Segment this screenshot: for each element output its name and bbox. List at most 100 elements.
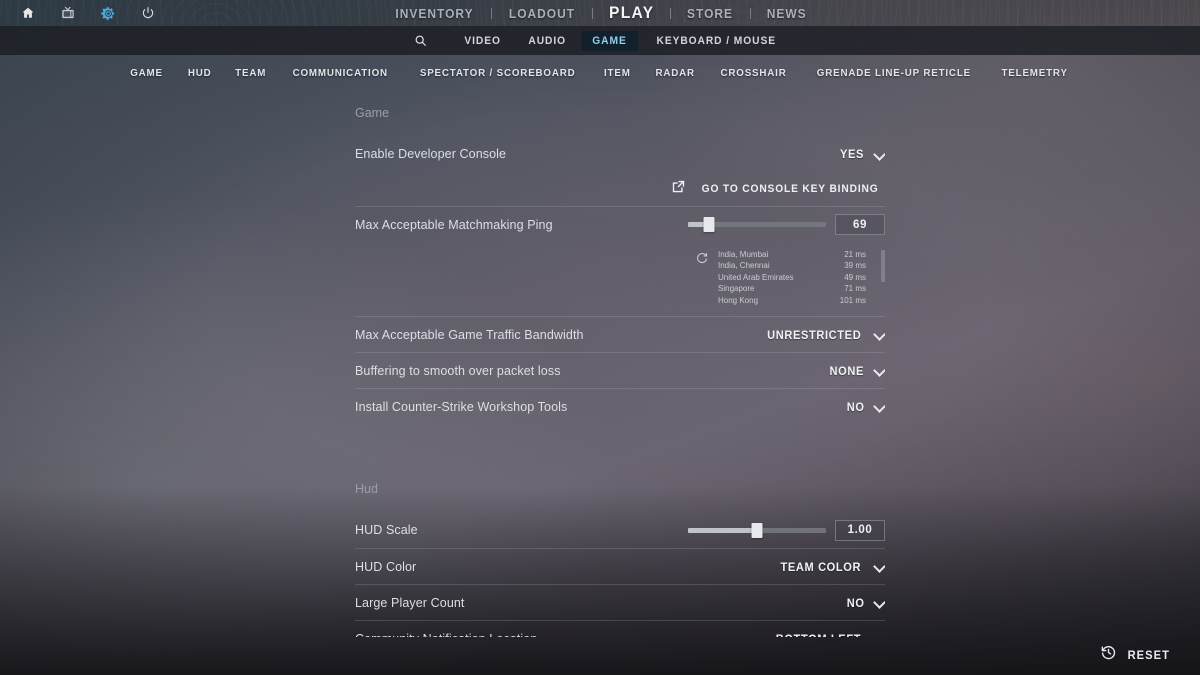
settings-subcategory-nav: GAME HUD TEAM COMMUNICATION SPECTATOR / … [0,55,1200,91]
external-link-icon [671,179,686,199]
setting-control[interactable]: YES [839,147,885,161]
chevron-down-icon[interactable] [874,149,885,160]
setting-control[interactable]: 69 [688,214,885,235]
nav-separator [592,7,594,19]
chevron-down-icon[interactable] [874,597,885,608]
nav-item-play[interactable]: PLAY [596,3,667,23]
list-item: India, Mumbai 21 ms [718,249,866,260]
chevron-down-icon[interactable] [874,365,885,376]
server-region: United Arab Emirates [718,272,794,282]
setting-label: Enable Developer Console [355,147,507,161]
list-item: India, Chennai 39 ms [718,260,866,271]
server-ping-value: 21 ms [844,250,866,259]
go-to-console-key-binding-label[interactable]: GO TO CONSOLE KEY BINDING [701,183,878,195]
top-bar: INVENTORY LOADOUT PLAY STORE NEWS [0,0,1200,26]
tab-audio[interactable]: AUDIO [517,31,577,51]
server-region: Hong Kong [718,295,759,305]
search-icon[interactable] [407,30,433,52]
setting-row-traffic-bandwidth[interactable]: Max Acceptable Game Traffic Bandwidth UN… [355,316,885,352]
setting-control[interactable]: 1.00 [688,519,885,541]
setting-value: UNRESTRICTED [766,327,861,342]
setting-row-hud-scale[interactable]: HUD Scale 1.00 [355,512,885,548]
setting-label: Max Acceptable Matchmaking Ping [355,217,553,232]
hud-scale-value-input[interactable]: 1.00 [835,519,885,541]
server-region: India, Mumbai [718,250,769,259]
server-ping-value: 49 ms [844,272,866,282]
tab-game[interactable]: GAME [581,30,638,51]
setting-row-large-player-count[interactable]: Large Player Count NO [355,584,885,620]
bottom-bar: RESET [0,635,1200,675]
setting-control[interactable]: NONE [828,364,885,378]
subnav-item-team[interactable]: TEAM [225,63,276,83]
server-ping-value: 39 ms [844,261,866,271]
setting-value: NONE [829,363,864,378]
server-ping-value: 71 ms [844,284,866,294]
subnav-item-crosshair[interactable]: CROSSHAIR [711,63,798,83]
matchmaking-ping-value-input[interactable]: 69 [835,214,885,235]
setting-row-enable-developer-console[interactable]: Enable Developer Console YES [355,136,885,172]
list-item: Singapore 71 ms [718,283,866,294]
refresh-icon[interactable] [696,251,708,264]
chevron-down-icon[interactable] [874,561,885,572]
setting-row-buffering-packet-loss[interactable]: Buffering to smooth over packet loss NON… [355,352,885,388]
setting-label: Buffering to smooth over packet loss [355,363,561,378]
setting-value: NO [846,595,865,610]
console-key-binding-link-row[interactable]: GO TO CONSOLE KEY BINDING [355,172,885,206]
server-list-scrollbar[interactable] [881,250,885,282]
setting-row-hud-color[interactable]: HUD Color TEAM COLOR [355,548,885,584]
setting-control[interactable]: TEAM COLOR [777,560,885,574]
setting-row-workshop-tools[interactable]: Install Counter-Strike Workshop Tools NO [355,388,885,424]
setting-control[interactable]: NO [846,596,885,610]
subnav-item-item[interactable]: ITEM [594,63,641,83]
nav-item-loadout[interactable]: LOADOUT [496,6,588,21]
reset-button[interactable]: RESET [1096,638,1176,672]
subnav-item-grenade-line-up-reticle[interactable]: GRENADE LINE-UP RETICLE [807,63,982,83]
setting-control[interactable]: UNRESTRICTED [763,328,885,342]
nav-separator [491,7,493,19]
subnav-item-telemetry[interactable]: TELEMETRY [992,63,1079,83]
slider-knob[interactable] [703,217,715,232]
list-item: Hong Kong 101 ms [718,295,866,306]
nav-separator [749,7,751,19]
setting-value: YES [839,147,864,161]
main-navigation: INVENTORY LOADOUT PLAY STORE NEWS [0,0,1200,26]
setting-label: HUD Scale [355,523,418,538]
settings-panel: Game Enable Developer Console YES GO TO … [355,92,885,637]
nav-item-inventory[interactable]: INVENTORY [383,6,487,21]
server-ping-value: 101 ms [839,295,866,305]
section-header-game: Game [355,106,390,120]
nav-item-store[interactable]: STORE [675,6,747,21]
setting-value: TEAM COLOR [780,559,862,574]
subnav-item-spectator-scoreboard[interactable]: SPECTATOR / SCOREBOARD [409,63,585,83]
settings-tab-bar: VIDEO AUDIO GAME KEYBOARD / MOUSE [0,26,1200,55]
nav-item-news[interactable]: NEWS [753,6,819,21]
reset-label: RESET [1128,648,1171,662]
section-header-hud: Hud [355,482,378,497]
tab-keyboard-mouse[interactable]: KEYBOARD / MOUSE [645,31,787,51]
slider-fill [688,527,757,533]
chevron-down-icon[interactable] [874,329,885,340]
server-region: Singapore [718,284,755,294]
nav-separator [670,7,672,19]
slider-knob[interactable] [751,522,763,538]
setting-label: Max Acceptable Game Traffic Bandwidth [355,327,584,342]
subnav-item-hud[interactable]: HUD [177,63,221,83]
subnav-item-game[interactable]: GAME [120,63,173,83]
chevron-down-icon[interactable] [874,401,885,412]
setting-row-max-matchmaking-ping[interactable]: Max Acceptable Matchmaking Ping 69 [355,206,885,242]
server-ping-list: India, Mumbai 21 ms India, Chennai 39 ms… [355,242,885,316]
server-region: India, Chennai [718,261,770,271]
subnav-item-communication[interactable]: COMMUNICATION [283,63,399,83]
tab-video[interactable]: VIDEO [454,31,513,51]
setting-label: HUD Color [355,559,417,574]
server-ping-rows: India, Mumbai 21 ms India, Chennai 39 ms… [718,249,866,306]
subnav-item-radar[interactable]: RADAR [645,63,705,83]
setting-control[interactable]: NO [846,400,885,414]
setting-label: Install Counter-Strike Workshop Tools [355,399,568,414]
history-reset-icon [1100,644,1117,666]
hud-scale-slider[interactable] [688,522,826,538]
list-item: United Arab Emirates 49 ms [718,272,866,283]
matchmaking-ping-slider[interactable] [688,217,826,233]
setting-label: Large Player Count [355,595,465,610]
